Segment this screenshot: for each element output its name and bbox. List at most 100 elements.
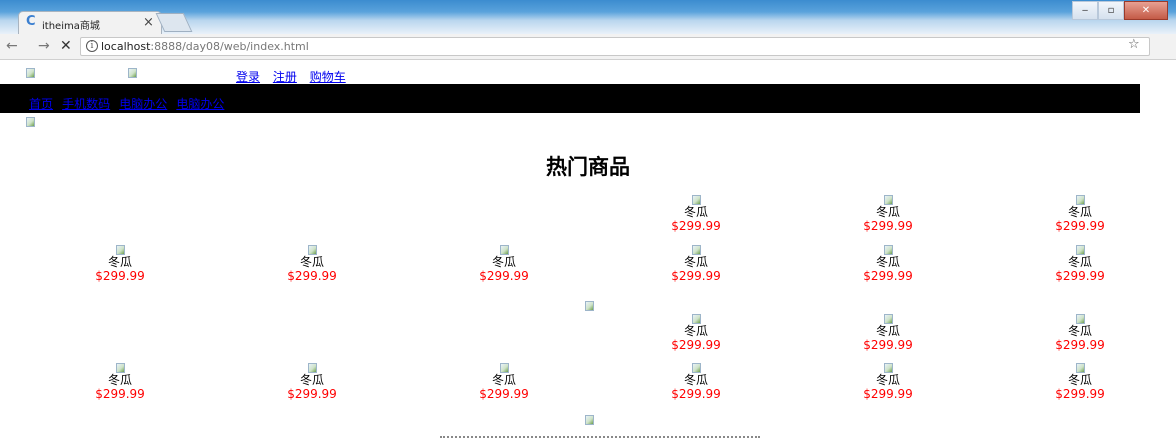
product-name: 冬瓜 <box>1067 373 1092 387</box>
product-image <box>883 245 893 255</box>
menu-item-digital[interactable]: 手机数码 <box>62 97 110 111</box>
product-name: 冬瓜 <box>683 324 708 338</box>
product-card[interactable]: 冬瓜 $299.99 <box>1020 314 1140 352</box>
login-link[interactable]: 登录 <box>236 70 260 84</box>
product-price: $299.99 <box>671 338 721 352</box>
product-price: $299.99 <box>287 387 337 401</box>
product-name: 冬瓜 <box>107 255 132 269</box>
top-header: 登录 注册 购物车 <box>0 66 1140 86</box>
product-image <box>883 363 893 373</box>
product-card[interactable]: 冬瓜 $299.99 <box>1020 195 1140 233</box>
product-price: $299.99 <box>863 387 913 401</box>
product-image <box>499 245 509 255</box>
product-image <box>1075 195 1085 205</box>
product-price: $299.99 <box>1055 219 1105 233</box>
product-card[interactable]: 冬瓜 $299.99 <box>60 363 180 401</box>
product-price: $299.99 <box>671 219 721 233</box>
product-image <box>883 314 893 324</box>
back-arrow-icon[interactable]: ← <box>6 38 18 54</box>
stop-loading-icon[interactable]: ✕ <box>60 38 72 54</box>
product-image <box>1075 314 1085 324</box>
product-image <box>1075 245 1085 255</box>
url-input[interactable]: i localhost:8888/day08/web/index.html <box>80 37 1150 56</box>
menu-item-office-2[interactable]: 电脑办公 <box>176 97 224 111</box>
bookmark-star-icon[interactable]: ☆ <box>1128 37 1140 52</box>
product-image <box>1075 363 1085 373</box>
url-text: localhost:8888/day08/web/index.html <box>101 40 309 53</box>
product-card[interactable]: 冬瓜 $299.99 <box>1020 363 1140 401</box>
product-card[interactable]: 冬瓜 $299.99 <box>828 195 948 233</box>
address-bar: ← → ✕ i localhost:8888/day08/web/index.h… <box>0 34 1176 60</box>
ad-image <box>585 301 594 311</box>
site-info-icon[interactable]: i <box>86 40 98 52</box>
product-card[interactable]: 冬瓜 $299.99 <box>60 245 180 283</box>
product-price: $299.99 <box>287 269 337 283</box>
browser-tab-bar: C itheima商城 × ‒ ▫ ✕ <box>0 0 1176 34</box>
product-price: $299.99 <box>1055 338 1105 352</box>
product-price: $299.99 <box>1055 387 1105 401</box>
tab-close-icon[interactable]: × <box>143 15 154 30</box>
product-image <box>307 245 317 255</box>
product-price: $299.99 <box>671 387 721 401</box>
product-card[interactable]: 冬瓜 $299.99 <box>828 363 948 401</box>
product-card[interactable]: 冬瓜 $299.99 <box>1020 245 1140 283</box>
url-path: :8888/day08/web/index.html <box>150 40 309 53</box>
product-card[interactable]: 冬瓜 $299.99 <box>636 195 756 233</box>
cart-link[interactable]: 购物车 <box>310 70 346 84</box>
product-card[interactable]: 冬瓜 $299.99 <box>636 363 756 401</box>
tab-favicon-icon: C <box>26 14 36 29</box>
product-price: $299.99 <box>95 269 145 283</box>
product-image <box>691 245 701 255</box>
tab-title: itheima商城 <box>42 21 100 32</box>
minimize-button[interactable]: ‒ <box>1072 1 1098 20</box>
nav-menu: 首页 手机数码 电脑办公 电脑办公 <box>0 84 1140 113</box>
product-card[interactable]: 冬瓜 $299.99 <box>444 363 564 401</box>
window-close-button[interactable]: ✕ <box>1124 1 1168 20</box>
window-controls: ‒ ▫ ✕ <box>1072 1 1168 21</box>
product-name: 冬瓜 <box>299 255 324 269</box>
url-host: localhost <box>101 40 151 53</box>
product-card[interactable]: 冬瓜 $299.99 <box>252 363 372 401</box>
browser-tab[interactable]: C itheima商城 × <box>18 11 162 34</box>
product-name: 冬瓜 <box>491 255 516 269</box>
product-name: 冬瓜 <box>491 373 516 387</box>
menu-item-office[interactable]: 电脑办公 <box>119 97 167 111</box>
product-card[interactable]: 冬瓜 $299.99 <box>828 314 948 352</box>
product-image <box>691 363 701 373</box>
maximize-button[interactable]: ▫ <box>1098 1 1124 20</box>
header-image <box>128 68 137 78</box>
banner-image <box>26 117 35 127</box>
product-name: 冬瓜 <box>1067 205 1092 219</box>
product-price: $299.99 <box>479 387 529 401</box>
register-link[interactable]: 注册 <box>273 70 297 84</box>
product-name: 冬瓜 <box>875 373 900 387</box>
product-price: $299.99 <box>863 219 913 233</box>
product-image <box>115 245 125 255</box>
product-card[interactable]: 冬瓜 $299.99 <box>636 245 756 283</box>
product-name: 冬瓜 <box>683 255 708 269</box>
header-links: 登录 注册 购物车 <box>236 68 355 85</box>
menu-item-home[interactable]: 首页 <box>29 97 53 111</box>
product-name: 冬瓜 <box>875 255 900 269</box>
page-content: 登录 注册 购物车 首页 手机数码 电脑办公 电脑办公 热门商品 冬瓜 $299.… <box>0 61 1140 438</box>
product-card[interactable]: 冬瓜 $299.99 <box>636 314 756 352</box>
product-price: $299.99 <box>863 269 913 283</box>
product-card[interactable]: 冬瓜 $299.99 <box>828 245 948 283</box>
product-name: 冬瓜 <box>1067 324 1092 338</box>
product-price: $299.99 <box>671 269 721 283</box>
product-image <box>883 195 893 205</box>
product-image <box>307 363 317 373</box>
product-image <box>691 195 701 205</box>
forward-arrow-icon[interactable]: → <box>38 38 50 54</box>
product-name: 冬瓜 <box>107 373 132 387</box>
product-name: 冬瓜 <box>683 205 708 219</box>
product-price: $299.99 <box>95 387 145 401</box>
product-name: 冬瓜 <box>683 373 708 387</box>
product-card[interactable]: 冬瓜 $299.99 <box>252 245 372 283</box>
product-price: $299.99 <box>863 338 913 352</box>
product-card[interactable]: 冬瓜 $299.99 <box>444 245 564 283</box>
ad-image-2 <box>585 415 594 425</box>
hot-products-title: 热门商品 <box>546 155 630 179</box>
product-name: 冬瓜 <box>875 205 900 219</box>
product-image <box>499 363 509 373</box>
